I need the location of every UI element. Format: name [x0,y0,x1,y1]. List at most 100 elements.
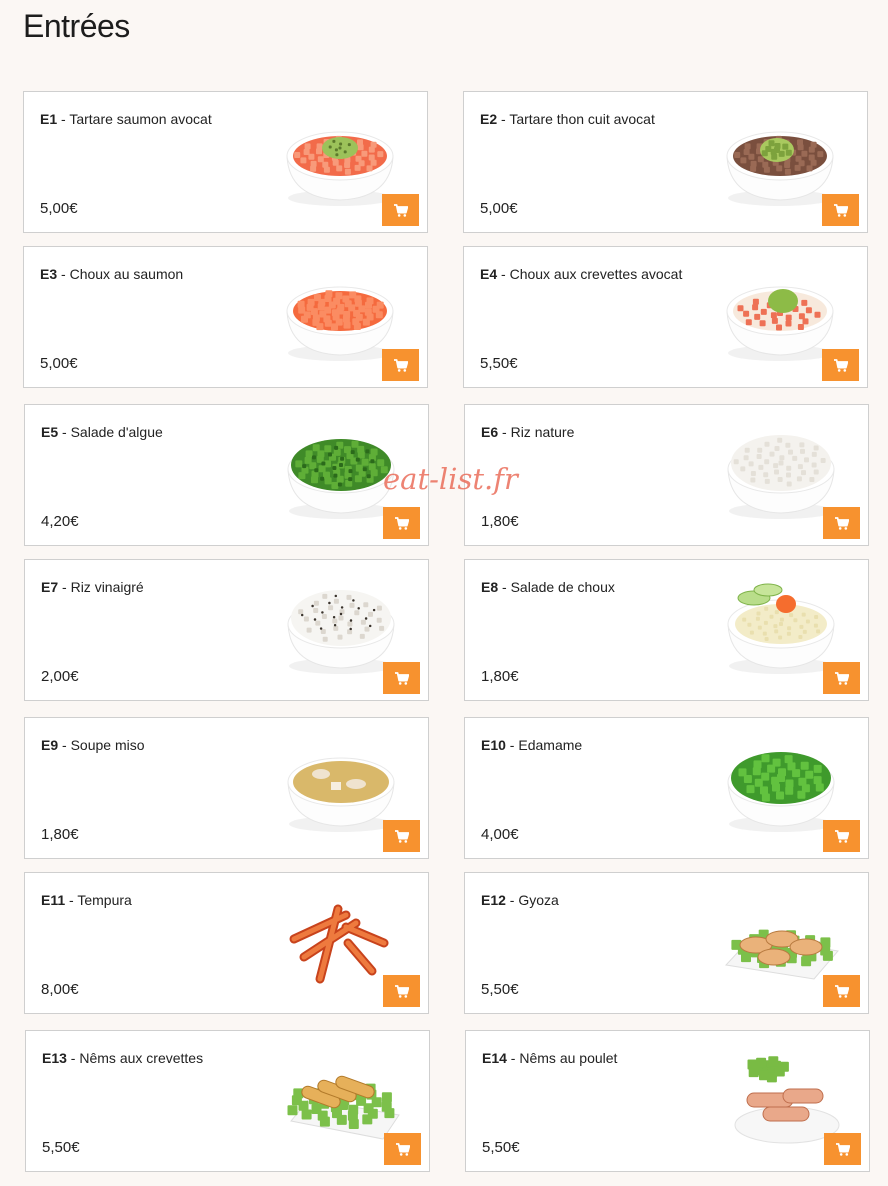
menu-item-code: E11 [41,892,66,908]
menu-item-price: 5,00€ [40,355,78,372]
menu-item-label: Nêms au poulet [519,1050,618,1066]
menu-item-separator: - [505,737,519,753]
cart-icon [834,984,849,998]
menu-item-code: E6 [481,424,499,440]
cart-icon [835,1142,850,1156]
cart-icon [833,358,848,372]
menu-item-name: E13 - Nêms aux crevettes [42,1050,203,1066]
menu-item-separator: - [58,737,71,753]
add-to-cart-button[interactable] [822,194,859,226]
menu-item-e11[interactable]: E11 - Tempura 8,00€ [24,872,429,1014]
add-to-cart-button[interactable] [382,349,419,381]
cart-icon [395,1142,410,1156]
menu-item-price: 8,00€ [41,981,79,998]
menu-item-e5[interactable]: E5 - Salade d'algue 4,20€ [24,404,429,546]
add-to-cart-button[interactable] [383,975,420,1007]
menu-item-label: Salade d'algue [70,424,163,440]
menu-item-e8[interactable]: E8 - Salade de choux 1,80€ [464,559,869,701]
cart-icon [834,829,849,843]
menu-item-separator: - [497,266,510,282]
menu-item-name: E2 - Tartare thon cuit avocat [480,111,655,127]
add-to-cart-button[interactable] [823,820,860,852]
menu-item-label: Nêms aux crevettes [79,1050,204,1066]
menu-item-label: Tempura [77,892,132,908]
menu-item-price: 5,50€ [481,981,519,998]
menu-item-name: E5 - Salade d'algue [41,424,163,440]
cart-icon [394,984,409,998]
menu-item-label: Choux au saumon [69,266,184,282]
menu-item-price: 5,00€ [40,200,78,217]
menu-item-name: E1 - Tartare saumon avocat [40,111,212,127]
menu-grid: E1 - Tartare saumon avocat 5,00€ E2 - Ta… [0,0,888,1186]
menu-item-code: E2 [480,111,498,127]
menu-item-price: 5,50€ [480,355,518,372]
menu-item-e4[interactable]: E4 - Choux aux crevettes avocat 5,50€ [463,246,868,388]
add-to-cart-button[interactable] [383,507,420,539]
cart-icon [394,516,409,530]
menu-item-label: Choux aux crevettes avocat [509,266,683,282]
menu-item-name: E10 - Edamame [481,737,582,753]
menu-item-price: 5,50€ [42,1139,80,1156]
menu-item-code: E9 [41,737,59,753]
cart-icon [834,671,849,685]
menu-item-price: 1,80€ [41,826,79,843]
menu-item-name: E6 - Riz nature [481,424,574,440]
menu-item-separator: - [497,111,510,127]
add-to-cart-button[interactable] [384,1133,421,1165]
menu-item-e6[interactable]: E6 - Riz nature 1,80€ [464,404,869,546]
add-to-cart-button[interactable] [383,662,420,694]
menu-item-separator: - [57,266,70,282]
menu-item-code: E14 [482,1050,507,1066]
menu-item-label: Salade de choux [510,579,615,595]
menu-item-separator: - [66,1050,80,1066]
menu-item-code: E13 [42,1050,67,1066]
add-to-cart-button[interactable] [822,349,859,381]
add-to-cart-button[interactable] [823,662,860,694]
menu-item-name: E14 - Nêms au poulet [482,1050,617,1066]
menu-item-e14[interactable]: E14 - Nêms au poulet 5,50€ [465,1030,870,1172]
add-to-cart-button[interactable] [383,820,420,852]
cart-icon [833,203,848,217]
cart-icon [394,829,409,843]
add-to-cart-button[interactable] [382,194,419,226]
menu-item-label: Riz nature [510,424,575,440]
menu-item-name: E4 - Choux aux crevettes avocat [480,266,682,282]
menu-item-e12[interactable]: E12 - Gyoza 5,50€ [464,872,869,1014]
add-to-cart-button[interactable] [824,1133,861,1165]
menu-item-price: 1,80€ [481,668,519,685]
menu-item-price: 4,00€ [481,826,519,843]
menu-item-separator: - [57,111,70,127]
menu-item-price: 1,80€ [481,513,519,530]
menu-item-separator: - [498,424,511,440]
menu-item-separator: - [498,579,511,595]
menu-item-price: 5,00€ [480,200,518,217]
menu-item-label: Tartare saumon avocat [69,111,212,127]
menu-item-name: E7 - Riz vinaigré [41,579,144,595]
menu-item-e2[interactable]: E2 - Tartare thon cuit avocat 5,00€ [463,91,868,233]
menu-item-code: E5 [41,424,59,440]
cart-icon [834,516,849,530]
menu-item-name: E8 - Salade de choux [481,579,615,595]
menu-item-price: 5,50€ [482,1139,520,1156]
menu-item-price: 2,00€ [41,668,79,685]
cart-icon [393,358,408,372]
menu-item-e10[interactable]: E10 - Edamame 4,00€ [464,717,869,859]
menu-item-name: E3 - Choux au saumon [40,266,183,282]
menu-item-separator: - [58,424,71,440]
cart-icon [393,203,408,217]
menu-item-label: Gyoza [518,892,559,908]
add-to-cart-button[interactable] [823,975,860,1007]
menu-item-e7[interactable]: E7 - Riz vinaigré 2,00€ [24,559,429,701]
menu-item-code: E1 [40,111,58,127]
menu-item-e3[interactable]: E3 - Choux au saumon 5,00€ [23,246,428,388]
menu-item-label: Tartare thon cuit avocat [509,111,655,127]
menu-item-code: E4 [480,266,498,282]
menu-item-code: E3 [40,266,58,282]
menu-item-e1[interactable]: E1 - Tartare saumon avocat 5,00€ [23,91,428,233]
menu-item-code: E8 [481,579,499,595]
menu-item-separator: - [65,892,78,908]
add-to-cart-button[interactable] [823,507,860,539]
menu-item-e13[interactable]: E13 - Nêms aux crevettes 5,50€ [25,1030,430,1172]
menu-item-e9[interactable]: E9 - Soupe miso 1,80€ [24,717,429,859]
menu-item-separator: - [506,1050,520,1066]
